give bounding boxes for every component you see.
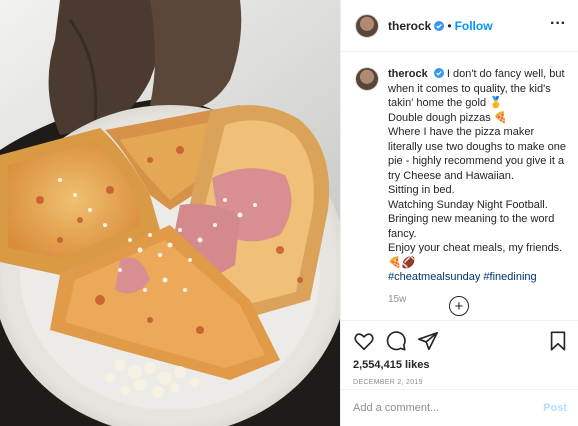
caption-line-3: Where I have the pizza maker literally u… — [388, 126, 566, 182]
avatar[interactable] — [355, 13, 379, 38]
caption-username[interactable]: therock — [388, 68, 428, 80]
more-options-icon[interactable]: ··· — [550, 16, 566, 32]
caption-text: therock I don't do fancy well, but when … — [388, 67, 568, 307]
verified-badge-icon — [433, 68, 444, 78]
caption-row: therock I don't do fancy well, but when … — [355, 67, 569, 307]
caption-line-4: Sitting in bed. — [388, 184, 455, 196]
post-photo[interactable] — [0, 0, 340, 426]
caption-line-6: Bringing new meaning to the word fancy. — [388, 213, 555, 240]
hashtag-link[interactable]: #finedining — [483, 271, 536, 283]
caption-line-7: Enjoy your cheat meals, my friends. 🍕🏈 — [388, 242, 563, 269]
caption-line-5: Watching Sunday Night Football. — [388, 198, 548, 211]
hashtag-link[interactable]: #cheatmealsunday — [388, 271, 480, 283]
follow-button[interactable]: Follow — [455, 19, 493, 33]
post-details-panel: therock • Follow ··· therock I don't do … — [340, 0, 578, 426]
bookmark-icon[interactable] — [547, 330, 569, 352]
comment-icon[interactable] — [385, 330, 407, 352]
action-icons-row — [353, 329, 569, 353]
likes-count[interactable]: 2,554,415 likes — [353, 359, 569, 371]
comment-input[interactable] — [353, 402, 544, 414]
post-header: therock • Follow ··· — [341, 0, 578, 52]
comment-box: Post — [341, 389, 578, 426]
caption-avatar[interactable] — [355, 67, 379, 91]
load-more-comments-icon[interactable]: + — [449, 296, 469, 316]
verified-badge-icon — [434, 20, 445, 31]
post-date: DECEMBER 2, 2019 — [353, 379, 423, 386]
actions-section: 2,554,415 likes DECEMBER 2, 2019 — [341, 320, 578, 396]
caption-area: therock I don't do fancy well, but when … — [341, 53, 578, 320]
share-icon[interactable] — [417, 330, 439, 352]
caption-line-2: Double dough pizzas 🍕 — [388, 111, 508, 124]
header-separator: • — [447, 18, 452, 33]
post-comment-button[interactable]: Post — [543, 402, 567, 414]
pizza-photo-image — [0, 0, 340, 426]
header-username[interactable]: therock — [388, 19, 431, 33]
hashtags: #cheatmealsunday #finedining — [388, 270, 568, 285]
caption-time-ago[interactable]: 15w — [388, 293, 568, 308]
heart-icon[interactable] — [353, 330, 375, 352]
